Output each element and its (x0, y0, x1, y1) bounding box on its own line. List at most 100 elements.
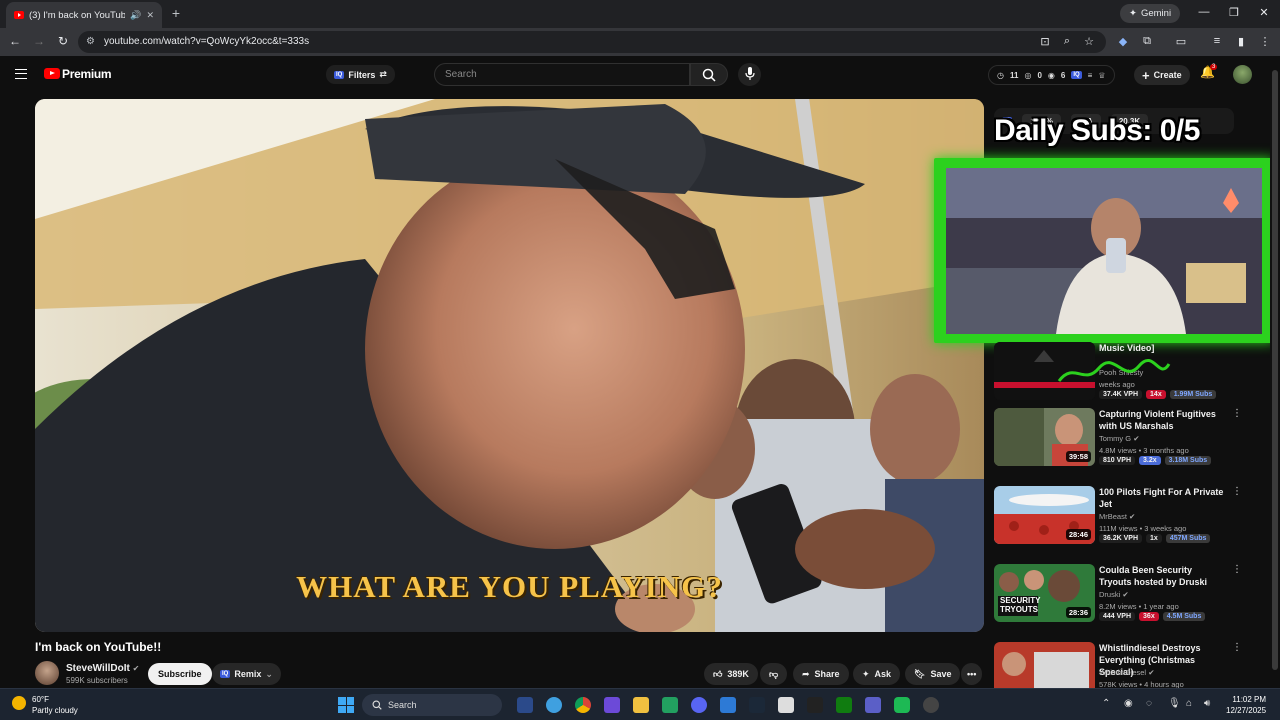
search-button[interactable] (690, 63, 728, 86)
recommendation-item[interactable]: 28:46 100 Pilots Fight For A Private Jet… (994, 486, 1264, 546)
recommendation-item[interactable]: Whistlindiesel Destroys Everything (Chri… (994, 642, 1264, 688)
channel-text[interactable]: MrBeast (1099, 512, 1127, 521)
photos-icon[interactable] (720, 697, 736, 713)
search-input[interactable] (435, 64, 689, 85)
recommendation-title[interactable]: Coulda Been Security Tryouts hosted by D… (1099, 564, 1224, 588)
gemini-button[interactable]: ✦ Gemini (1120, 4, 1181, 23)
channel-text[interactable]: WhistlinDiesel (1099, 668, 1146, 677)
minimize-icon[interactable]: — (1197, 6, 1211, 18)
obs-icon[interactable] (923, 697, 939, 713)
video-player[interactable]: WHAT ARE YOU PLAYING? (35, 99, 984, 632)
recommendation-channel[interactable]: MrBeast ✔ (1099, 512, 1135, 521)
save-button[interactable]: 🔖︎ Save (905, 663, 961, 685)
xbox-icon[interactable] (836, 697, 852, 713)
steam-icon[interactable] (749, 697, 765, 713)
start-windows-icon[interactable] (338, 697, 354, 713)
recommendation-channel[interactable]: Tommy G ✔ (1099, 434, 1139, 443)
account-avatar[interactable] (1233, 65, 1252, 84)
back-arrow-icon[interactable]: ← (7, 34, 23, 48)
recommendation-channel[interactable]: WhistlinDiesel ✔ (1099, 668, 1155, 677)
network-icon[interactable]: ⌂ (1186, 698, 1192, 709)
ask-button[interactable]: ✦ Ask (853, 663, 901, 685)
channel-name-text[interactable]: SteveWillDoIt (66, 663, 130, 674)
channel-avatar[interactable] (35, 661, 59, 685)
channel-name[interactable]: SteveWillDoIt ✔ (66, 663, 139, 674)
microphone-tray-icon[interactable]: 🎙︎ (1168, 698, 1181, 709)
extensions-puzzle-icon[interactable]: ⧉ (1140, 35, 1154, 48)
recommendation-title[interactable]: Music Video] (1099, 342, 1224, 354)
voice-search-button[interactable] (738, 63, 761, 86)
recommendation-thumbnail[interactable]: 28:46 (994, 486, 1095, 544)
app-icon[interactable] (604, 697, 620, 713)
recommendation-thumbnail[interactable] (994, 642, 1095, 688)
menu-icon[interactable] (15, 69, 27, 79)
browser-tab[interactable]: (3) I'm back on YouTube!! - 🔊 ✕ (6, 2, 162, 28)
filters-button[interactable]: IQ Filters ⇄ (326, 65, 395, 84)
more-vertical-icon[interactable]: ⋮ (1232, 486, 1242, 497)
chrome-menu-icon[interactable]: ⋮ (1258, 35, 1272, 48)
recommendation-meta: 4.8M views • 3 months ago (1099, 446, 1189, 455)
file-explorer-icon[interactable] (633, 697, 649, 713)
store-icon[interactable] (778, 697, 794, 713)
recommendation-channel[interactable]: Druski ✔ (1099, 590, 1129, 599)
restore-icon[interactable]: ❐ (1227, 6, 1241, 19)
close-window-icon[interactable]: ✕ (1257, 6, 1271, 19)
teams-icon[interactable] (865, 697, 881, 713)
recommendation-item[interactable]: Music Video] Pooh Shiesty weeks ago 37.4… (994, 342, 1264, 402)
like-button[interactable]: 👍︎ 389K (704, 663, 758, 685)
install-app-icon[interactable]: ⊡ (1038, 35, 1052, 48)
remix-button[interactable]: IQ Remix ⌄ (212, 663, 281, 685)
tray-app-icon[interactable]: ◌ (1146, 698, 1152, 709)
bookmark-star-icon[interactable]: ☆ (1082, 35, 1096, 48)
task-view-icon[interactable] (517, 697, 533, 713)
url-text[interactable]: youtube.com/watch?v=QoWcyYk2occ&t=333s (104, 36, 309, 47)
taskbar-clock[interactable]: 11:02 PM 12/27/2025 (1226, 694, 1266, 716)
channel-text[interactable]: Druski (1099, 590, 1120, 599)
site-info-icon[interactable]: ⚙ (86, 36, 95, 47)
new-tab-button[interactable]: + (168, 5, 184, 21)
notepad-icon[interactable] (662, 697, 678, 713)
recommendation-meta: 8.2M views • 1 year ago (1099, 602, 1179, 611)
tray-app-icon[interactable]: ◉ (1124, 698, 1133, 709)
create-button[interactable]: + Create (1134, 65, 1190, 85)
speaker-icon[interactable]: 🔊 (130, 10, 141, 21)
spotify-icon[interactable] (894, 697, 910, 713)
show-hidden-icons-icon[interactable]: ⌃ (1102, 698, 1110, 709)
extension-icon[interactable]: ◆ (1116, 35, 1130, 48)
scrollbar-thumb[interactable] (1272, 70, 1278, 670)
chrome-icon[interactable] (575, 697, 591, 713)
taskbar-search[interactable]: Search (362, 694, 502, 716)
dislike-button[interactable]: 👎︎ (760, 663, 788, 685)
recommendation-title[interactable]: 100 Pilots Fight For A Private Jet (1099, 486, 1224, 510)
page-scrollbar[interactable] (1270, 60, 1280, 688)
channel-text[interactable]: Tommy G (1099, 434, 1131, 443)
profile-icon[interactable]: ▮ (1234, 35, 1248, 48)
split-view-icon[interactable]: ▭ (1174, 35, 1188, 48)
more-actions-button[interactable]: ••• (961, 663, 983, 685)
vidiq-stats-pill[interactable]: ◷ 11 ◎ 0 ◉ 6 IQ ≡ ♕ (988, 65, 1115, 85)
subscribe-button[interactable]: Subscribe (148, 663, 212, 685)
more-vertical-icon[interactable]: ⋮ (1232, 408, 1242, 419)
more-vertical-icon[interactable]: ⋮ (1232, 642, 1242, 653)
brand-label[interactable]: Premium (62, 67, 112, 81)
more-vertical-icon[interactable]: ⋮ (1232, 564, 1242, 575)
recommendation-title[interactable]: Capturing Violent Fugitives with US Mars… (1099, 408, 1224, 432)
recommendation-item[interactable]: SECURITY TRYOUTS 28:36 Coulda Been Securi… (994, 564, 1264, 624)
youtube-logo-icon[interactable] (44, 68, 60, 79)
forward-arrow-icon[interactable]: → (31, 34, 47, 48)
copilot-icon[interactable] (546, 697, 562, 713)
discord-icon[interactable] (691, 697, 707, 713)
zoom-icon[interactable]: ⌕ (1060, 35, 1074, 48)
game-app-icon[interactable] (807, 697, 823, 713)
recommendation-thumbnail[interactable]: 39:58 (994, 408, 1095, 466)
recommendation-item[interactable]: 39:58 Capturing Violent Fugitives with U… (994, 408, 1264, 468)
omnibox[interactable]: ⚙ youtube.com/watch?v=QoWcyYk2occ&t=333s (78, 31, 1106, 53)
search-box[interactable] (434, 63, 690, 86)
reload-icon[interactable]: ↻ (55, 34, 71, 48)
temperature: 60°F (32, 695, 49, 704)
volume-icon[interactable]: 🔊︎ (1204, 698, 1210, 709)
close-tab-icon[interactable]: ✕ (146, 10, 154, 21)
recommendation-thumbnail[interactable]: SECURITY TRYOUTS 28:36 (994, 564, 1095, 622)
share-button[interactable]: ➦ Share (793, 663, 849, 685)
media-control-icon[interactable]: ≡ (1210, 35, 1224, 47)
